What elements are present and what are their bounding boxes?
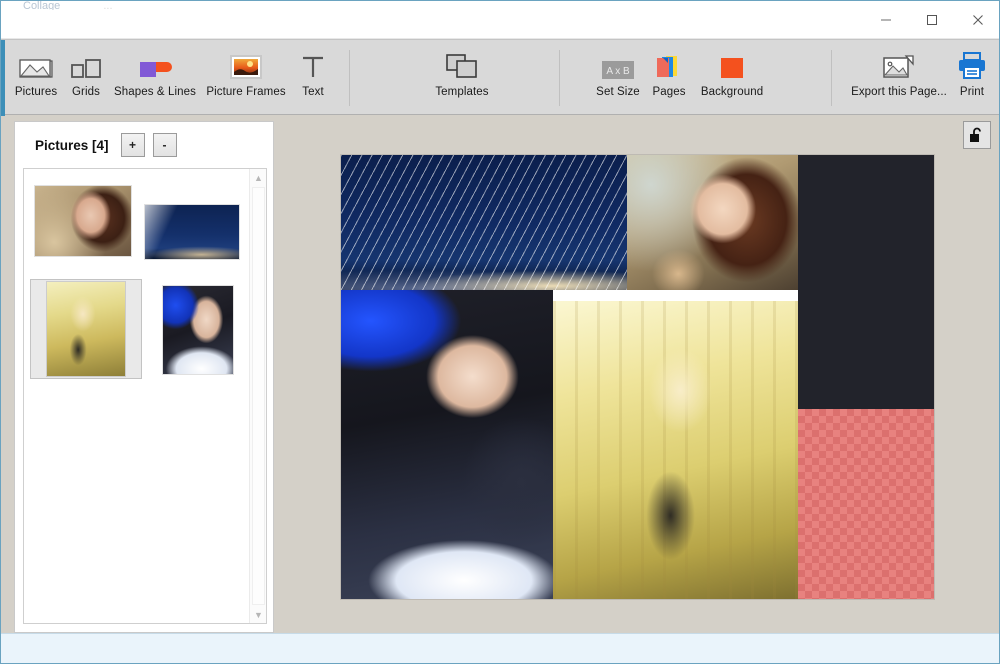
toolbar-button-pictures[interactable]: Pictures xyxy=(11,46,61,98)
templates-icon xyxy=(439,46,485,80)
toolbar-separator-1 xyxy=(349,50,350,106)
toolbar-button-text[interactable]: Text xyxy=(290,46,336,98)
cell-empty-slot[interactable] xyxy=(798,409,934,599)
toolbar-label: Pictures xyxy=(15,86,57,98)
cell-library-girl[interactable] xyxy=(553,301,798,599)
collage-page[interactable] xyxy=(341,155,934,599)
cell-night-city[interactable] xyxy=(341,155,627,290)
background-icon xyxy=(709,46,755,80)
scroll-down-icon[interactable]: ▼ xyxy=(250,606,267,623)
toolbar-button-pages[interactable]: Pages xyxy=(644,46,694,98)
pages-icon xyxy=(646,46,692,80)
toolbar-button-set-size[interactable]: A x B Set Size xyxy=(591,46,645,98)
list-item[interactable] xyxy=(158,284,238,376)
status-bar xyxy=(1,633,1000,663)
close-button[interactable] xyxy=(955,1,1000,39)
title-bar: Collage ... xyxy=(1,1,1000,39)
toolbar-label: Export this Page... xyxy=(851,86,947,98)
toolbar-accent-bar xyxy=(1,40,5,116)
print-icon xyxy=(949,46,995,80)
thumbnail-grid xyxy=(24,169,250,623)
pictures-icon xyxy=(13,46,59,80)
toolbar-label: Print xyxy=(960,86,984,98)
pictures-panel-header: Pictures [4] + - xyxy=(15,122,273,168)
scroll-up-icon[interactable]: ▲ xyxy=(250,169,267,186)
toolbar-button-shapes-lines[interactable]: Shapes & Lines xyxy=(107,46,203,98)
toolbar-label: Pages xyxy=(652,86,685,98)
picture-frames-icon xyxy=(223,46,269,80)
toolbar-separator-2 xyxy=(559,50,560,106)
list-item[interactable] xyxy=(30,279,142,379)
application-window: Collage ... xyxy=(0,0,1000,664)
toolbar-button-background[interactable]: Background xyxy=(691,46,773,98)
toolbar-button-print[interactable]: Print xyxy=(949,46,995,98)
thumbnail-list: ▲ ▼ xyxy=(23,168,267,624)
pictures-panel: Pictures [4] + - ▲ xyxy=(14,121,274,633)
list-item[interactable] xyxy=(30,175,136,267)
toolbar-button-grids[interactable]: Grids xyxy=(61,46,111,98)
toolbar-label: Set Size xyxy=(596,86,640,98)
grids-icon xyxy=(63,46,109,80)
minimize-button[interactable] xyxy=(863,1,909,39)
toolbar-label: Grids xyxy=(72,86,100,98)
thumbnail-library-girl-yellow[interactable] xyxy=(47,282,125,376)
remove-picture-button[interactable]: - xyxy=(153,133,177,157)
unlock-icon[interactable] xyxy=(963,121,991,149)
canvas-workspace[interactable] xyxy=(282,116,1000,633)
pictures-panel-title: Pictures [4] xyxy=(35,138,109,153)
toolbar-button-picture-frames[interactable]: Picture Frames xyxy=(201,46,291,98)
thumbnail-scrollbar[interactable]: ▲ ▼ xyxy=(249,169,266,623)
scrollbar-track[interactable] xyxy=(252,187,265,605)
toolbar-button-templates[interactable]: Templates xyxy=(414,46,510,98)
toolbar-label: Text xyxy=(302,86,324,98)
maximize-button[interactable] xyxy=(909,1,955,39)
cell-headphone-left[interactable] xyxy=(341,290,553,599)
toolbar-separator-3 xyxy=(831,50,832,106)
thumbnail-headphone-girl-blue[interactable] xyxy=(163,286,233,374)
window-controls xyxy=(863,1,1000,39)
window-title-text: Collage xyxy=(23,1,60,10)
toolbar-label: Shapes & Lines xyxy=(114,86,196,98)
toolbar-label: Templates xyxy=(435,86,488,98)
svg-text:A x B: A x B xyxy=(606,66,630,77)
toolbar-label: Picture Frames xyxy=(206,86,285,98)
window-title: Collage ... xyxy=(23,1,173,10)
shapes-lines-icon xyxy=(132,46,178,80)
text-icon xyxy=(290,46,336,80)
cell-headphone-top[interactable] xyxy=(798,155,934,409)
toolbar-button-export-page[interactable]: Export this Page... xyxy=(847,46,951,98)
toolbar-label: Background xyxy=(701,86,763,98)
cell-portrait-woman[interactable] xyxy=(627,155,798,290)
window-title-suffix: ... xyxy=(103,1,112,10)
thumbnail-night-city-lights[interactable] xyxy=(145,205,239,259)
export-icon xyxy=(876,46,922,80)
main-toolbar: Pictures Grids Shapes & Lines xyxy=(1,39,1000,115)
list-item[interactable] xyxy=(142,199,242,265)
thumbnail-portrait-woman-sweater[interactable] xyxy=(35,186,131,256)
add-picture-button[interactable]: + xyxy=(121,133,145,157)
set-size-icon: A x B xyxy=(595,46,641,80)
